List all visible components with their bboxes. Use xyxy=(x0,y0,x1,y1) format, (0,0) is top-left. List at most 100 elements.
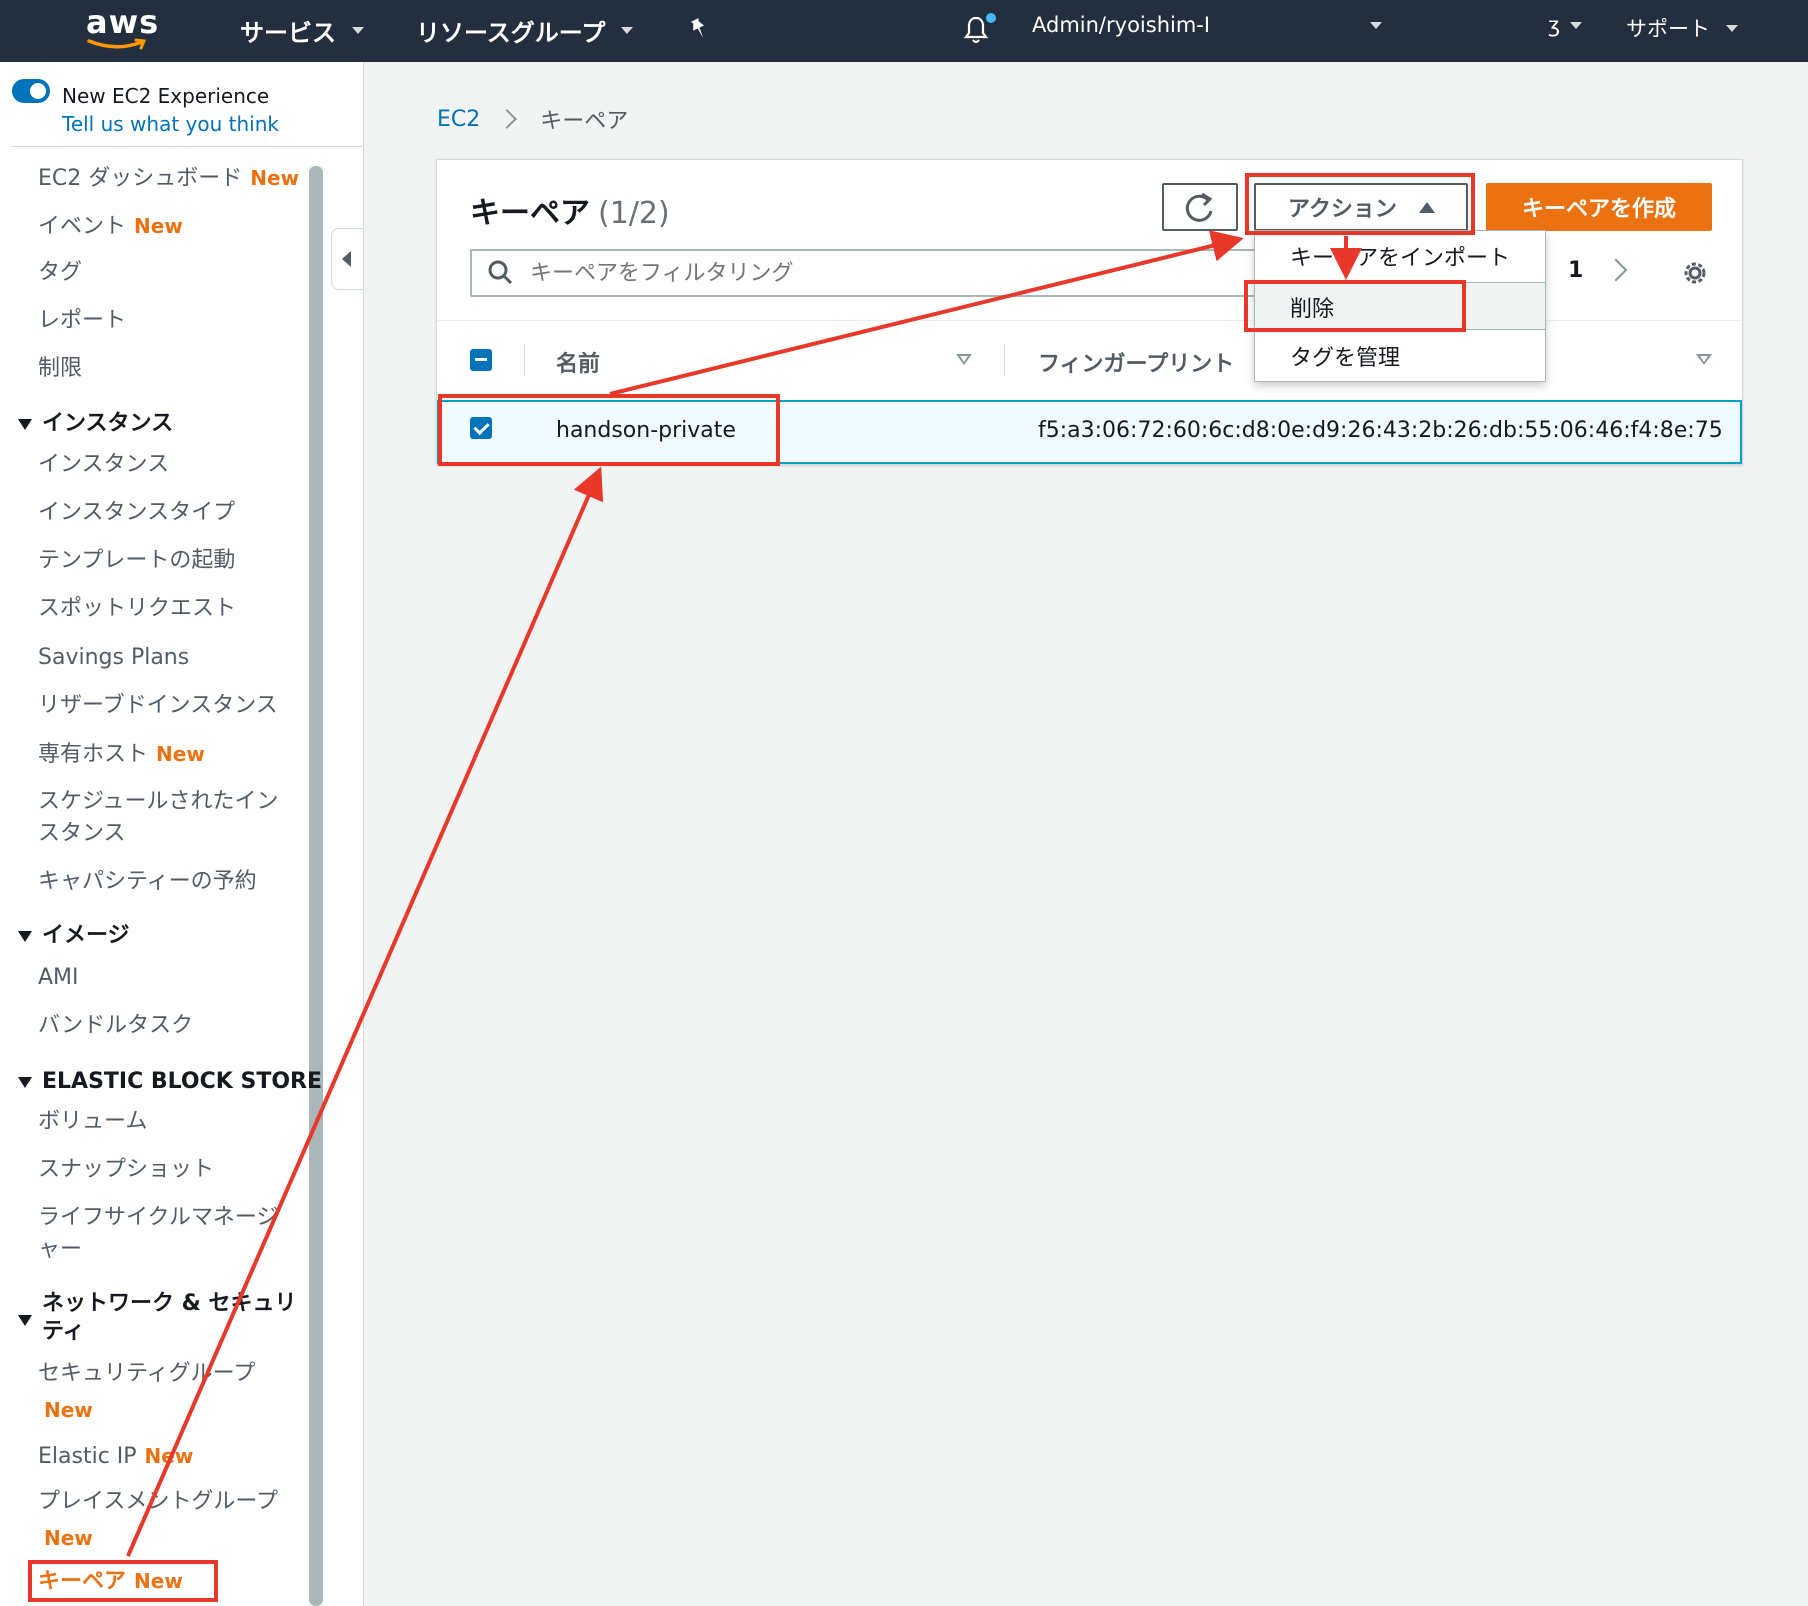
nav-section-instances[interactable]: インスタンス xyxy=(18,410,173,438)
nav-item-instances[interactable]: インスタンス xyxy=(38,449,169,481)
notifications-bell-icon[interactable] xyxy=(962,13,996,45)
services-menu[interactable]: サービス xyxy=(240,13,364,48)
nav-divider xyxy=(12,146,362,147)
pin-icon[interactable] xyxy=(686,16,712,42)
annotation-box-delete xyxy=(1244,280,1466,332)
chevron-down-icon xyxy=(621,27,634,34)
column-header-name[interactable]: 名前 xyxy=(556,346,600,378)
section-title: ネットワーク & セキュリ xyxy=(42,1291,297,1316)
section-title-line2: ティ xyxy=(42,1319,85,1344)
section-title: インスタンス xyxy=(42,411,174,436)
filter-input[interactable] xyxy=(530,260,1230,286)
column-header-fingerprint[interactable]: フィンガープリント xyxy=(1038,346,1234,378)
region-menu[interactable]: ʒ xyxy=(1548,13,1583,37)
nav-item-reserved-instances[interactable]: リザーブドインスタンス xyxy=(38,690,278,722)
gear-icon[interactable] xyxy=(1680,258,1710,288)
breadcrumb-current: キーペア xyxy=(540,109,629,134)
search-icon xyxy=(488,260,513,285)
chevron-down-icon xyxy=(1726,24,1738,32)
column-divider xyxy=(1004,344,1005,376)
select-all-checkbox[interactable] xyxy=(470,349,492,371)
caret-down-icon xyxy=(18,1314,32,1326)
support-menu[interactable]: サポート xyxy=(1626,13,1738,43)
nav-item-launch-templates[interactable]: テンプレートの起動 xyxy=(38,545,235,577)
nav-item-scheduled-instances[interactable]: スケジュールされたイン xyxy=(38,786,278,818)
nav-item-label: 専有ホスト xyxy=(38,742,149,767)
nav-item-lifecycle-manager-line2[interactable]: ャー xyxy=(38,1234,82,1266)
annotation-box-key-pairs-nav xyxy=(28,1560,218,1602)
nav-item-capacity-reservations[interactable]: キャパシティーの予約 xyxy=(38,866,257,898)
feedback-link[interactable]: Tell us what you think xyxy=(62,112,279,136)
nav-item-label: EC2 ダッシュボード xyxy=(38,166,243,191)
nav-item-dashboard[interactable]: EC2 ダッシュボード New xyxy=(38,162,299,195)
nav-item-spot-requests[interactable]: スポットリクエスト xyxy=(38,593,236,625)
nav-item-scheduled-instances-line2[interactable]: スタンス xyxy=(38,818,126,850)
new-badge: New xyxy=(44,1398,93,1422)
aws-smile-icon xyxy=(87,38,147,50)
nav-item-lifecycle-manager[interactable]: ライフサイクルマネージ xyxy=(38,1202,278,1234)
chevron-down-icon xyxy=(1570,21,1583,29)
top-navigation-bar: aws サービス リソースグループ Admin/ryoishim-I ʒ サポー… xyxy=(0,0,1808,62)
nav-item-volumes[interactable]: ボリューム xyxy=(38,1106,147,1138)
new-badge: New xyxy=(134,214,183,238)
resource-groups-menu[interactable]: リソースグループ xyxy=(416,13,634,48)
current-page-number[interactable]: 1 xyxy=(1568,258,1583,283)
nav-item-bundle-tasks[interactable]: バンドルタスク xyxy=(38,1010,193,1042)
nav-item-placement-groups[interactable]: プレイスメントグループ xyxy=(38,1486,278,1518)
nav-item-limits[interactable]: 制限 xyxy=(38,353,82,385)
resource-groups-label: リソースグループ xyxy=(416,19,606,47)
panel-title: キーペア (1/2) xyxy=(470,188,670,232)
filter-input-container[interactable] xyxy=(470,249,1270,297)
nav-item-savings-plans[interactable]: Savings Plans xyxy=(38,642,189,674)
section-title: イメージ xyxy=(42,923,130,948)
sort-icon[interactable] xyxy=(956,354,972,365)
menu-item-import-key-pair[interactable]: キーペアをインポート xyxy=(1290,240,1510,272)
section-title: ELASTIC BLOCK STORE xyxy=(42,1069,322,1094)
new-badge: New xyxy=(44,1526,93,1550)
services-label: サービス xyxy=(240,19,336,47)
nav-section-ebs[interactable]: ELASTIC BLOCK STORE xyxy=(18,1068,322,1096)
key-pair-fingerprint: f5:a3:06:72:60:6c:d8:0e:d9:26:43:2b:26:d… xyxy=(1038,418,1723,443)
account-name: Admin/ryoishim-I xyxy=(1032,13,1211,37)
sort-icon[interactable] xyxy=(1696,354,1712,365)
new-experience-toggle[interactable] xyxy=(12,79,50,103)
region-label: ʒ xyxy=(1548,13,1561,37)
nav-item-dedicated-hosts[interactable]: 専有ホスト New xyxy=(38,738,205,771)
nav-item-elastic-ip[interactable]: Elastic IP New xyxy=(38,1440,193,1473)
refresh-button[interactable] xyxy=(1162,183,1238,231)
caret-down-icon xyxy=(18,418,32,430)
nav-item-ami[interactable]: AMI xyxy=(38,962,79,994)
nav-section-images[interactable]: イメージ xyxy=(18,922,130,950)
account-menu[interactable]: Admin/ryoishim-I xyxy=(1032,13,1383,37)
collapse-nav-button[interactable] xyxy=(331,228,363,290)
aws-logo-text: aws xyxy=(86,3,160,41)
nav-item-events[interactable]: イベント New xyxy=(38,210,183,243)
annotation-box-selected-row xyxy=(438,394,780,466)
aws-logo[interactable]: aws xyxy=(86,2,160,56)
selection-count: (1/2) xyxy=(598,196,670,231)
refresh-icon xyxy=(1185,192,1213,222)
breadcrumb-ec2-link[interactable]: EC2 xyxy=(437,107,480,132)
breadcrumb: EC2 キーペア xyxy=(437,103,628,135)
new-badge: New xyxy=(156,742,205,766)
nav-item-reports[interactable]: レポート xyxy=(38,305,126,337)
nav-scrollbar-thumb[interactable] xyxy=(309,166,323,1606)
new-experience-title: New EC2 Experience xyxy=(62,84,270,108)
chevron-down-icon xyxy=(352,27,364,34)
nav-section-network-security[interactable]: ネットワーク & セキュリ ティ xyxy=(18,1290,297,1344)
nav-item-tags[interactable]: タグ xyxy=(38,257,82,289)
chevron-right-icon xyxy=(497,109,518,129)
nav-item-security-groups[interactable]: セキュリティグループ xyxy=(38,1358,255,1390)
caret-down-icon xyxy=(18,1076,32,1088)
nav-item-instance-types[interactable]: インスタンスタイプ xyxy=(38,497,235,529)
nav-item-snapshots[interactable]: スナップショット xyxy=(38,1154,214,1186)
new-badge: New xyxy=(144,1444,194,1468)
panel-title-text: キーペア xyxy=(470,196,590,231)
create-key-pair-button[interactable]: キーペアを作成 xyxy=(1486,183,1712,231)
caret-down-icon xyxy=(18,930,32,942)
table-header-divider xyxy=(437,320,1742,321)
menu-item-manage-tags[interactable]: タグを管理 xyxy=(1290,340,1400,372)
column-divider xyxy=(524,344,525,376)
annotation-box-actions xyxy=(1245,173,1475,235)
notification-dot xyxy=(986,13,996,23)
